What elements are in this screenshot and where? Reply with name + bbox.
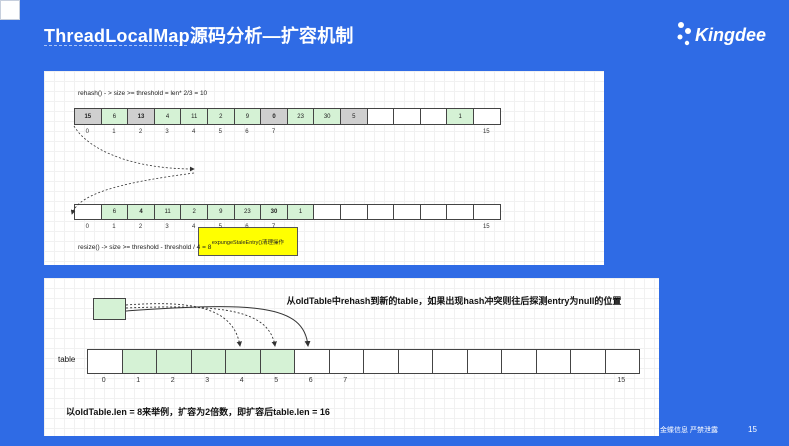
table-index-label: 2 — [138, 224, 143, 230]
table-index-label: 3 — [205, 377, 210, 384]
table-index-label: 3 — [165, 224, 169, 230]
table-cell — [156, 349, 192, 374]
resize-example-caption: 以oldTable.len = 8来举例，扩容为2倍数，即扩容后table.le… — [66, 407, 330, 417]
slide: ThreadLocalMap源码分析—扩容机制 Kingdee rehash()… — [0, 0, 789, 446]
table-cell — [259, 349, 295, 374]
table-index-label: 1 — [112, 129, 116, 135]
table-cell: 23 — [286, 108, 315, 125]
table-cell — [604, 349, 640, 374]
spellcheck-underline — [44, 44, 187, 46]
table-cell: 30 — [260, 204, 288, 220]
table-cell — [366, 108, 395, 125]
table-index-label: 6 — [245, 129, 249, 135]
rehash-flow-arrows — [70, 125, 195, 215]
table-cell: 9 — [233, 108, 262, 125]
table-index-label: 2 — [138, 129, 143, 135]
rehash-hint-text: 从oldTable中rehash到新的table，如果出现hash冲突则往后探测… — [286, 296, 622, 306]
footer-confidential: 金蝶信息 严禁泄露 — [660, 427, 718, 434]
table-cell — [446, 204, 474, 220]
resize-example-panel: 从oldTable中rehash到新的table，如果出现hash冲突则往后探测… — [44, 278, 659, 436]
table-cell: 6 — [100, 108, 129, 125]
table-index-label: 15 — [617, 377, 626, 384]
table-index-label: 3 — [165, 129, 169, 135]
table-cell — [466, 349, 502, 374]
table-cell — [419, 204, 448, 220]
table-cell — [535, 349, 571, 374]
table-cell — [473, 204, 501, 220]
page-number: 15 — [748, 425, 757, 434]
rehash-diagram-panel: rehash() - > size >= threshold = len* 2/… — [44, 71, 604, 265]
expunge-stale-entry-note: expungeStaleEntry()清理操作 — [198, 227, 298, 256]
table-cell — [294, 349, 330, 374]
resize-caption: resize() -> size >= threshold - threshol… — [78, 244, 212, 251]
table-cell — [328, 349, 364, 374]
table-cell — [87, 349, 123, 374]
table-cell: 1 — [286, 204, 315, 220]
table-index-label: 4 — [192, 224, 196, 230]
table-cell — [501, 349, 537, 374]
table-cell: 4 — [153, 108, 182, 125]
table-index-label: 0 — [85, 129, 89, 135]
table-index-label: 2 — [170, 377, 175, 384]
table-cell: 5 — [340, 108, 368, 125]
table-cell: 0 — [260, 108, 288, 125]
slide-corner-box — [0, 0, 20, 20]
table-label: table — [58, 355, 76, 364]
table-cell: 2 — [207, 108, 235, 125]
table-cell — [393, 108, 421, 125]
rehash-caption: rehash() - > size >= threshold = len* 2/… — [78, 90, 208, 97]
table-cell: 15 — [74, 108, 102, 125]
table-cell: 11 — [180, 108, 208, 125]
table-cell: 2 — [180, 204, 208, 220]
table-index-label: 1 — [112, 224, 116, 230]
table-cell — [363, 349, 399, 374]
table-index-label: 4 — [192, 129, 196, 135]
table-cell — [190, 349, 226, 374]
old-table-entry-box — [93, 298, 126, 320]
table-cell — [313, 204, 341, 220]
table-cell: 4 — [127, 204, 155, 220]
table-cell — [121, 349, 157, 374]
table-cell: 13 — [127, 108, 155, 125]
table-cell: 11 — [153, 204, 182, 220]
table-cell — [393, 204, 421, 220]
table-index-label: 5 — [274, 377, 279, 384]
table-cell: 30 — [313, 108, 341, 125]
table-index-label: 1 — [136, 377, 141, 384]
table-cell — [397, 349, 433, 374]
table-cell — [340, 204, 368, 220]
table-index-label: 7 — [271, 129, 276, 135]
table-cell — [473, 108, 501, 125]
table-cell: 9 — [207, 204, 235, 220]
table-cell — [366, 204, 395, 220]
table-cell — [74, 204, 102, 220]
table-index-label: 7 — [271, 224, 276, 230]
table-cell — [419, 108, 448, 125]
logo-wordmark: Kingdee — [695, 25, 767, 45]
table-index-label: 6 — [245, 224, 249, 230]
table-cell: 23 — [233, 204, 262, 220]
table-index-label: 0 — [85, 224, 89, 230]
table-index-label: 5 — [218, 224, 222, 230]
table-index-label: 15 — [482, 224, 490, 230]
table-index-label: 6 — [308, 377, 313, 384]
table-cell — [225, 349, 261, 374]
table-cell: 1 — [446, 108, 474, 125]
table-index-label: 15 — [482, 129, 490, 135]
table-cell — [570, 349, 606, 374]
table-cell — [432, 349, 468, 374]
table-index-label: 0 — [101, 377, 106, 384]
table-index-label: 4 — [239, 377, 244, 384]
table-index-label: 7 — [343, 377, 348, 384]
table-index-label: 5 — [218, 129, 222, 135]
table-cell: 6 — [100, 204, 129, 220]
